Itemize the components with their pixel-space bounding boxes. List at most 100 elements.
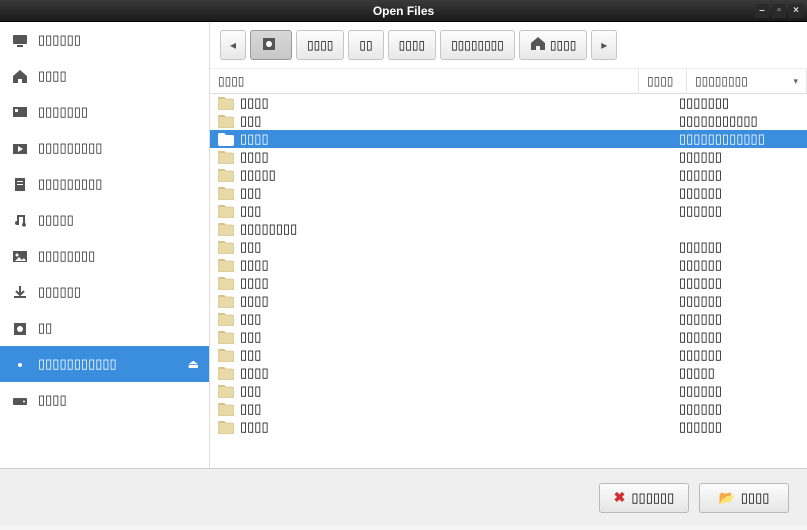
file-row[interactable]: ▯▯▯▯▯▯▯▯▯ xyxy=(210,400,807,418)
file-row[interactable]: ▯▯▯▯▯▯▯▯▯ xyxy=(210,202,807,220)
main-panel: ◂ ▯▯▯▯▯▯▯▯▯▯▯▯▯▯▯▯▯▯▯▯▯▯ ▸ ▯▯▯▯ ▯▯▯▯ ▯▯▯… xyxy=(210,22,807,468)
open-button[interactable]: 📂 ▯▯▯▯ xyxy=(699,483,789,513)
sidebar-item-label: ▯▯▯▯▯▯ xyxy=(38,32,81,48)
file-name: ▯▯▯▯▯ xyxy=(240,167,276,183)
breadcrumb-item[interactable]: ▯▯▯▯ xyxy=(388,30,436,60)
file-row[interactable]: ▯▯▯▯▯▯▯▯▯ xyxy=(210,382,807,400)
sidebar-item-label: ▯▯▯▯▯ xyxy=(38,212,74,228)
downloads-icon xyxy=(12,285,28,299)
file-name: ▯▯▯▯ xyxy=(240,365,269,381)
file-name: ▯▯▯▯ xyxy=(240,419,269,435)
file-row[interactable]: ▯▯▯▯▯▯▯▯▯ xyxy=(210,346,807,364)
file-name: ▯▯▯ xyxy=(240,383,261,399)
window-controls: – ▫ × xyxy=(755,4,803,18)
sidebar-item-label: ▯▯ xyxy=(38,320,52,336)
breadcrumb-item[interactable]: ▯▯▯▯▯▯▯▯ xyxy=(440,30,515,60)
folder-icon xyxy=(218,223,234,236)
sidebar-item[interactable]: ▯▯▯▯▯▯▯▯▯ xyxy=(0,130,209,166)
sidebar-item-label: ▯▯▯▯▯▯▯▯▯ xyxy=(38,176,102,192)
file-row[interactable]: ▯▯▯▯▯▯▯▯▯▯▯▯▯▯▯▯ xyxy=(210,130,807,148)
file-name: ▯▯▯ xyxy=(240,347,261,363)
file-modified: ▯▯▯▯▯▯ xyxy=(679,293,799,309)
file-row[interactable]: ▯▯▯▯▯▯▯▯▯▯ xyxy=(210,418,807,436)
file-modified: ▯▯▯▯▯▯ xyxy=(679,401,799,417)
videos-icon xyxy=(12,141,28,155)
folder-icon xyxy=(218,115,234,128)
sidebar-item[interactable]: ▯▯▯▯▯ xyxy=(0,202,209,238)
sidebar-item[interactable]: ▯▯▯▯▯▯▯▯ xyxy=(0,238,209,274)
folder-icon xyxy=(218,169,234,182)
breadcrumb-next-button[interactable]: ▸ xyxy=(591,30,617,60)
file-row[interactable]: ▯▯▯▯▯▯▯▯▯▯ xyxy=(210,292,807,310)
breadcrumb-item[interactable]: ▯▯ xyxy=(348,30,383,60)
file-row[interactable]: ▯▯▯▯▯▯▯▯▯ xyxy=(210,328,807,346)
file-row[interactable]: ▯▯▯▯▯▯▯▯▯ xyxy=(210,184,807,202)
column-name[interactable]: ▯▯▯▯ xyxy=(210,69,639,93)
file-row[interactable]: ▯▯▯▯▯▯▯▯ xyxy=(210,220,807,238)
folder-icon xyxy=(218,349,234,362)
file-row[interactable]: ▯▯▯▯▯▯▯▯▯▯▯ xyxy=(210,166,807,184)
file-row[interactable]: ▯▯▯▯▯▯▯▯▯▯ xyxy=(210,256,807,274)
file-list[interactable]: ▯▯▯▯▯▯▯▯▯▯▯▯▯▯▯▯▯▯▯▯▯▯▯▯▯▯▯▯▯▯▯▯▯▯▯▯▯▯▯▯… xyxy=(210,94,807,468)
file-modified: ▯▯▯▯▯▯ xyxy=(679,311,799,327)
breadcrumb-label: ▯▯▯▯ xyxy=(307,38,333,52)
breadcrumb-prev-button[interactable]: ◂ xyxy=(220,30,246,60)
breadcrumb-item[interactable]: ▯▯▯▯ xyxy=(296,30,344,60)
sidebar-item[interactable]: ▯▯▯▯ xyxy=(0,58,209,94)
dialog-body: ▯▯▯▯▯▯▯▯▯▯▯▯▯▯▯▯▯▯▯▯▯▯▯▯▯▯▯▯▯▯▯▯▯▯▯▯▯▯▯▯… xyxy=(0,22,807,468)
file-modified: ▯▯▯▯▯▯ xyxy=(679,185,799,201)
file-row[interactable]: ▯▯▯▯▯▯▯▯▯ xyxy=(210,238,807,256)
file-modified: ▯▯▯▯▯▯ xyxy=(679,329,799,345)
eject-icon[interactable]: ⏏ xyxy=(188,357,199,371)
file-row[interactable]: ▯▯▯▯▯▯▯▯▯▯ xyxy=(210,148,807,166)
file-modified: ▯▯▯▯▯ xyxy=(679,365,799,381)
folder-icon xyxy=(218,277,234,290)
file-row[interactable]: ▯▯▯▯▯▯▯▯▯▯▯▯▯▯ xyxy=(210,112,807,130)
column-size[interactable]: ▯▯▯▯ xyxy=(639,69,687,93)
file-modified: ▯▯▯▯▯▯ xyxy=(679,257,799,273)
sidebar-item[interactable]: ▯▯ xyxy=(0,310,209,346)
drive-icon xyxy=(12,393,28,407)
sidebar-item-label: ▯▯▯▯▯▯▯▯▯▯▯ xyxy=(38,356,117,372)
column-modified[interactable]: ▯▯▯▯▯▯▯▯ ▾ xyxy=(687,69,807,93)
maximize-button[interactable]: ▫ xyxy=(772,4,786,18)
sidebar-item[interactable]: ▯▯▯▯▯▯▯▯▯▯▯ ⏏ xyxy=(0,346,209,382)
file-modified: ▯▯▯▯▯▯ xyxy=(679,203,799,219)
file-row[interactable]: ▯▯▯▯▯▯▯▯▯ xyxy=(210,364,807,382)
sidebar-item[interactable]: ▯▯▯▯▯▯ xyxy=(0,274,209,310)
close-button[interactable]: × xyxy=(789,4,803,18)
sidebar-item[interactable]: ▯▯▯▯ xyxy=(0,382,209,418)
file-row[interactable]: ▯▯▯▯▯▯▯▯▯ xyxy=(210,310,807,328)
folder-icon xyxy=(218,403,234,416)
home-icon xyxy=(530,36,546,54)
cancel-button[interactable]: ✖ ▯▯▯▯▯▯ xyxy=(599,483,689,513)
documents-icon xyxy=(12,177,28,191)
sidebar-item-label: ▯▯▯▯▯▯▯▯▯ xyxy=(38,140,102,156)
file-row[interactable]: ▯▯▯▯▯▯▯▯▯▯ xyxy=(210,274,807,292)
sidebar-item[interactable]: ▯▯▯▯▯▯▯ xyxy=(0,94,209,130)
file-modified: ▯▯▯▯▯▯▯▯▯▯▯ xyxy=(679,113,799,129)
breadcrumb-item[interactable] xyxy=(250,30,292,60)
file-name: ▯▯▯ xyxy=(240,401,261,417)
button-bar: ✖ ▯▯▯▯▯▯ 📂 ▯▯▯▯ xyxy=(0,468,807,526)
file-modified: ▯▯▯▯▯▯ xyxy=(679,383,799,399)
open-icon: 📂 xyxy=(719,490,735,506)
sidebar-item-label: ▯▯▯▯ xyxy=(38,392,67,408)
titlebar[interactable]: Open Files – ▫ × xyxy=(0,0,807,22)
file-name: ▯▯▯ xyxy=(240,311,261,327)
breadcrumb: ◂ ▯▯▯▯▯▯▯▯▯▯▯▯▯▯▯▯▯▯▯▯▯▯ ▸ xyxy=(210,22,807,69)
minimize-button[interactable]: – xyxy=(755,4,769,18)
folder-icon xyxy=(218,421,234,434)
sidebar-item-label: ▯▯▯▯▯▯▯▯ xyxy=(38,248,95,264)
column-modified-label: ▯▯▯▯▯▯▯▯ xyxy=(695,74,748,88)
window-title: Open Files xyxy=(373,4,434,18)
breadcrumb-label: ▯▯▯▯ xyxy=(550,38,576,52)
file-name: ▯▯▯▯▯▯▯▯ xyxy=(240,221,297,237)
sidebar-item[interactable]: ▯▯▯▯▯▯▯▯▯ xyxy=(0,166,209,202)
folder-icon xyxy=(218,331,234,344)
sidebar-item[interactable]: ▯▯▯▯▯▯ xyxy=(0,22,209,58)
file-row[interactable]: ▯▯▯▯▯▯▯▯▯▯▯ xyxy=(210,94,807,112)
computer-icon xyxy=(12,33,28,47)
breadcrumb-item[interactable]: ▯▯▯▯ xyxy=(519,30,587,60)
folder-icon xyxy=(218,259,234,272)
